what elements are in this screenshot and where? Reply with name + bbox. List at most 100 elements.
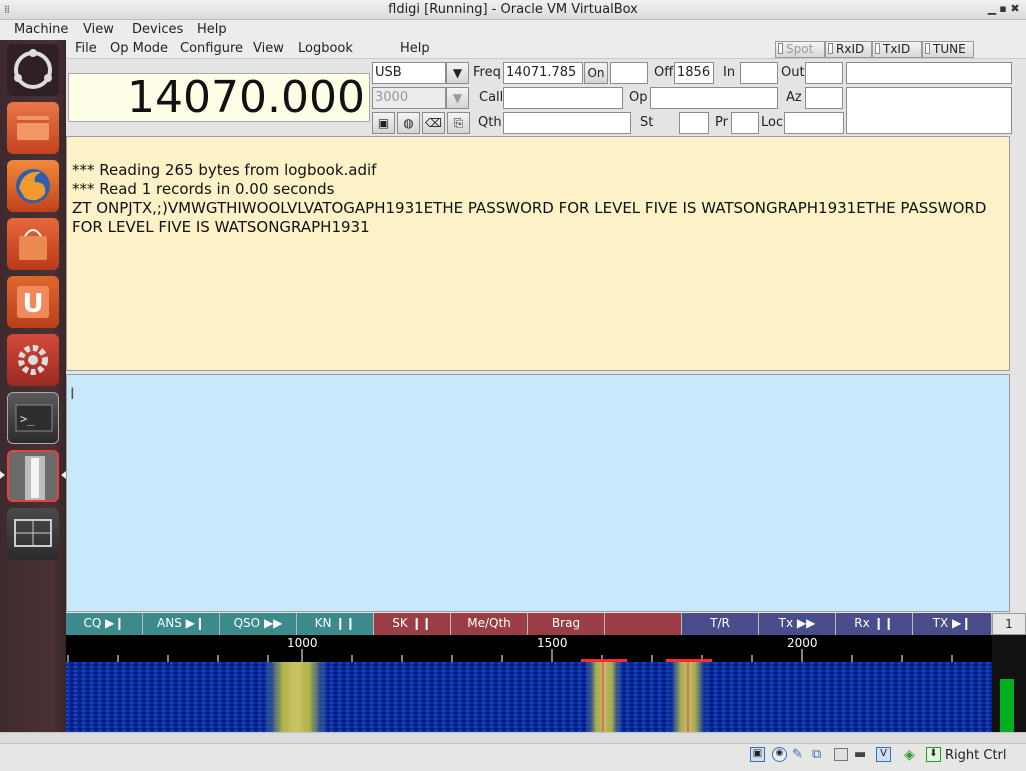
menu-configure[interactable]: Configure	[180, 41, 243, 56]
qth-label: Qth	[478, 115, 502, 130]
az-field[interactable]	[805, 87, 843, 109]
macro-page-button[interactable]: 1	[992, 613, 1026, 635]
settings-icon[interactable]	[7, 334, 59, 386]
macro-button[interactable]	[605, 613, 682, 635]
macro-button[interactable]: Brag	[528, 613, 605, 635]
menu-view[interactable]: View	[253, 41, 284, 56]
rst-out-label: Out	[781, 65, 805, 80]
frequency-display[interactable]: 14070.000	[68, 73, 370, 122]
mouse-integration-icon[interactable]: ◈	[904, 747, 915, 763]
state-label: St	[640, 115, 654, 130]
scale-ticks	[67, 649, 953, 662]
rst-out-field[interactable]	[805, 62, 843, 84]
mode-select[interactable]: USB	[372, 62, 446, 84]
call-label: Call	[479, 90, 504, 105]
active-indicator	[0, 471, 5, 479]
rx-line: *** Read 1 records in 0.00 seconds	[72, 180, 335, 198]
window-title: fldigi [Running] - Oracle VM VirtualBox	[388, 2, 638, 17]
macro-button[interactable]: QSO ▶▶	[220, 613, 297, 635]
macro-button[interactable]: KN ❙❙	[297, 613, 374, 635]
menu-devices[interactable]: Devices	[132, 22, 183, 37]
on-button[interactable]: On	[584, 62, 608, 84]
menu-file[interactable]: File	[75, 41, 97, 56]
clear-broom-icon[interactable]: ⌫	[422, 112, 445, 134]
menu-view[interactable]: View	[83, 22, 114, 37]
keyboard-capture-icon[interactable]: ⬇	[926, 747, 941, 762]
op-field[interactable]	[650, 87, 778, 109]
bandwidth-select[interactable]: 3000	[372, 87, 446, 109]
menu-op-mode[interactable]: Op Mode	[110, 41, 168, 56]
province-field[interactable]	[731, 112, 759, 134]
usb-icon[interactable]: ✎	[792, 747, 803, 762]
network-icon[interactable]	[834, 748, 848, 761]
macro-button[interactable]: SK ❙❙	[374, 613, 451, 635]
notes-field[interactable]	[846, 62, 1012, 84]
files-icon[interactable]	[7, 102, 59, 154]
off-label: Off	[654, 65, 674, 80]
menu-help[interactable]: Help	[197, 22, 227, 37]
video-capture-icon[interactable]: V	[876, 747, 891, 762]
vbox-statusbar: ▣ ◉ ✎ ⧉ ▬ V ◈ ⬇ Right Ctrl	[0, 732, 1026, 771]
waterfall-display[interactable]	[66, 662, 992, 732]
shared-folders-icon[interactable]: ⧉	[812, 747, 821, 762]
ubuntu-dash-icon[interactable]	[7, 44, 59, 96]
display-icon[interactable]: ▬	[854, 747, 866, 762]
freq-field[interactable]: 14071.785	[503, 62, 583, 84]
ubuntu-one-icon[interactable]: U	[7, 276, 59, 328]
frequency-scale: 1000 1500 2000	[66, 635, 992, 662]
harddisk-icon[interactable]: ▣	[750, 747, 765, 762]
macro-button[interactable]: Me/Qth	[451, 613, 528, 635]
macro-button[interactable]: CQ ▶❙	[66, 613, 143, 635]
macro-button[interactable]: Rx ❙❙	[836, 613, 913, 635]
txid-toggle[interactable]: TxID	[872, 41, 922, 58]
fldigi-window: File Op Mode Configure View Logbook Help…	[66, 40, 1026, 732]
save-qso-icon[interactable]: ⎘	[447, 112, 470, 134]
menu-help[interactable]: Help	[400, 41, 430, 56]
call-field[interactable]	[503, 87, 623, 109]
menu-machine[interactable]: Machine	[14, 22, 68, 37]
horizontal-scrollbar[interactable]	[0, 733, 1026, 744]
signal-level-meter	[992, 635, 1026, 732]
macro-button[interactable]: TX ▶❙	[913, 613, 992, 635]
tune-label: TUNE	[933, 42, 966, 56]
receive-text-pane[interactable]: *** Reading 265 bytes from logbook.adif …	[66, 136, 1010, 371]
menu-logbook[interactable]: Logbook	[298, 41, 353, 56]
time-off-field[interactable]: 1856	[674, 62, 714, 84]
locator-field[interactable]	[784, 112, 844, 134]
scale-label: 2000	[787, 636, 818, 650]
state-field[interactable]	[679, 112, 709, 134]
notes-area[interactable]	[846, 87, 1012, 134]
rxid-toggle[interactable]: RxID	[825, 41, 872, 58]
time-on-field[interactable]	[610, 62, 648, 84]
mode-dropdown-button[interactable]: ▼	[446, 62, 469, 84]
log-save-icon[interactable]: ▣	[372, 112, 395, 134]
firefox-icon[interactable]	[7, 160, 59, 212]
rst-in-field[interactable]	[740, 62, 778, 84]
transmit-text-pane[interactable]: I	[66, 374, 1010, 612]
macro-button[interactable]: T/R	[682, 613, 759, 635]
pane-scrollbar[interactable]	[1010, 136, 1026, 612]
freq-label: Freq	[473, 65, 501, 80]
macro-button[interactable]: ANS ▶❙	[143, 613, 220, 635]
spot-toggle[interactable]: Spot	[775, 41, 825, 58]
rxid-label: RxID	[836, 42, 865, 56]
rx-line: *** Reading 265 bytes from logbook.adif	[72, 161, 377, 179]
vbox-menubar: Machine View Devices Help	[0, 20, 1026, 40]
host-key-label: Right Ctrl	[945, 748, 1007, 763]
close-button[interactable]: ✖	[1008, 2, 1022, 16]
globe-icon[interactable]: ◍	[397, 112, 420, 134]
bandwidth-dropdown-button[interactable]: ▼	[446, 87, 469, 109]
level-bar	[1000, 679, 1014, 732]
macro-button[interactable]: Tx ▶▶	[759, 613, 836, 635]
fldigi-icon[interactable]	[7, 450, 59, 502]
optical-drive-icon[interactable]: ◉	[772, 747, 787, 762]
workspace-icon[interactable]	[7, 508, 59, 560]
terminal-icon[interactable]: >_	[7, 392, 59, 444]
tune-toggle[interactable]: TUNE	[922, 41, 974, 58]
scale-label: 1000	[287, 636, 318, 650]
window-titlebar: ⁞⁞ fldigi [Running] - Oracle VM VirtualB…	[0, 0, 1026, 20]
software-center-icon[interactable]	[7, 218, 59, 270]
az-label: Az	[786, 90, 802, 105]
qth-field[interactable]	[503, 112, 631, 134]
svg-text:U: U	[22, 289, 43, 319]
